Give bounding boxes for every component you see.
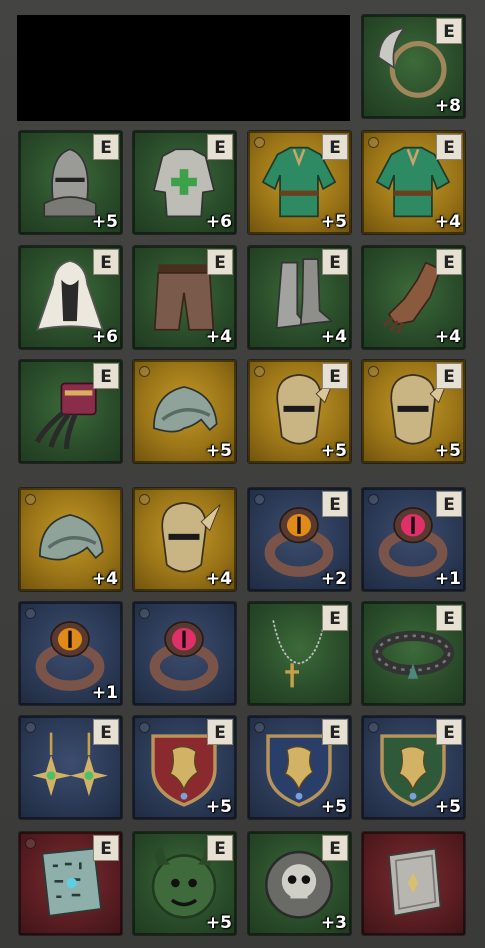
equipped-badge: E (322, 835, 348, 861)
slot-marker-icon (139, 722, 150, 733)
inventory-slot-eye-ring-orange[interactable]: +1 (19, 602, 122, 705)
eye-ring-red-icon (141, 610, 227, 696)
inventory-slot-eye-ring-red[interactable]: E +1 (362, 488, 465, 591)
inventory-slot-plate-boots[interactable]: E +4 (248, 246, 351, 349)
upgrade-level: +4 (434, 327, 461, 347)
inventory-slot-green-jerkin[interactable]: E +4 (362, 131, 465, 234)
upgrade-level: +4 (434, 212, 461, 232)
inventory-slot-claw-bracer[interactable]: E (19, 360, 122, 463)
upgrade-level: +5 (205, 441, 232, 461)
inventory-slot-steel-pauldron[interactable]: +4 (19, 488, 122, 591)
inventory-slot-star-earrings[interactable]: E (19, 716, 122, 819)
equipped-badge: E (322, 719, 348, 745)
slot-marker-icon (139, 494, 150, 505)
inventory-slot-gilded-mask[interactable]: +4 (133, 488, 236, 591)
equipped-badge: E (93, 134, 119, 160)
equipped-badge: E (322, 134, 348, 160)
inventory-slot-stone-tome[interactable] (362, 832, 465, 935)
equipped-badge: E (207, 835, 233, 861)
slot-marker-icon (25, 494, 36, 505)
inventory-slot-skull-relic[interactable]: E +3 (248, 832, 351, 935)
inventory-slot-lion-shield-red[interactable]: E +5 (133, 716, 236, 819)
inventory-slot-green-jerkin[interactable]: E +5 (248, 131, 351, 234)
upgrade-level: +4 (205, 569, 232, 589)
upgrade-level: +5 (434, 797, 461, 817)
upgrade-level: +2 (320, 569, 347, 589)
slot-marker-icon (25, 838, 36, 849)
inventory-slot-leather-gauntlet[interactable]: E +4 (362, 246, 465, 349)
slot-marker-icon (368, 366, 379, 377)
equipped-badge: E (93, 719, 119, 745)
slot-marker-icon (254, 722, 265, 733)
upgrade-level: +4 (205, 327, 232, 347)
slot-marker-icon (254, 137, 265, 148)
inventory-slot-lion-shield-blue[interactable]: E +5 (248, 716, 351, 819)
equipped-badge: E (436, 605, 462, 631)
inventory-slot-great-helm[interactable]: E +5 (19, 131, 122, 234)
equipped-badge: E (436, 18, 462, 44)
upgrade-level: +6 (91, 327, 118, 347)
inventory-slot-ring-scythe-necklace[interactable]: E +8 (362, 15, 465, 118)
slot-marker-icon (139, 366, 150, 377)
equipped-badge: E (436, 134, 462, 160)
equipped-badge: E (207, 719, 233, 745)
upgrade-level: +4 (320, 327, 347, 347)
inventory-slot-white-tabard[interactable]: E +6 (133, 131, 236, 234)
equipped-badge: E (436, 363, 462, 389)
inventory-slot-gilded-mask[interactable]: E +5 (248, 360, 351, 463)
slot-marker-icon (25, 722, 36, 733)
upgrade-level: +8 (434, 96, 461, 116)
slot-marker-icon (139, 608, 150, 619)
equipped-badge: E (322, 491, 348, 517)
upgrade-level: +5 (91, 212, 118, 232)
inventory-slot-cross-necklace[interactable]: E (248, 602, 351, 705)
stone-tome-icon (370, 840, 456, 926)
upgrade-level: +1 (91, 683, 118, 703)
equipped-badge: E (207, 134, 233, 160)
equipped-badge: E (436, 719, 462, 745)
slot-marker-icon (254, 366, 265, 377)
slot-marker-icon (368, 722, 379, 733)
upgrade-level: +4 (91, 569, 118, 589)
equipped-badge: E (93, 835, 119, 861)
upgrade-level: +5 (320, 797, 347, 817)
inventory-slot-eye-ring-red[interactable] (133, 602, 236, 705)
upgrade-level: +5 (320, 441, 347, 461)
inventory-slot-gilded-mask[interactable]: E +5 (362, 360, 465, 463)
upgrade-level: +5 (205, 913, 232, 933)
upgrade-level: +3 (320, 913, 347, 933)
inventory-slot-rune-tablet[interactable]: E (19, 832, 122, 935)
equipped-badge: E (322, 363, 348, 389)
inventory-slot-white-cloak[interactable]: E +6 (19, 246, 122, 349)
upgrade-level: +5 (320, 212, 347, 232)
upgrade-level: +6 (205, 212, 232, 232)
equipped-badge: E (207, 249, 233, 275)
inventory-slot-eye-ring-orange[interactable]: E +2 (248, 488, 351, 591)
redacted-area (17, 15, 350, 121)
slot-marker-icon (368, 494, 379, 505)
inventory-slot-horned-demon-relic[interactable]: E +5 (133, 832, 236, 935)
equipped-badge: E (436, 249, 462, 275)
slot-marker-icon (25, 608, 36, 619)
inventory-slot-leather-trousers[interactable]: E +4 (133, 246, 236, 349)
equipped-badge: E (322, 605, 348, 631)
upgrade-level: +5 (434, 441, 461, 461)
equipped-badge: E (322, 249, 348, 275)
slot-marker-icon (368, 137, 379, 148)
inventory-slot-lion-shield-green[interactable]: E +5 (362, 716, 465, 819)
upgrade-level: +1 (434, 569, 461, 589)
equipped-badge: E (93, 363, 119, 389)
inventory-slot-spiked-collar[interactable]: E (362, 602, 465, 705)
inventory-slot-steel-pauldron[interactable]: +5 (133, 360, 236, 463)
equipped-badge: E (93, 249, 119, 275)
slot-marker-icon (254, 494, 265, 505)
equipped-badge: E (436, 491, 462, 517)
upgrade-level: +5 (205, 797, 232, 817)
